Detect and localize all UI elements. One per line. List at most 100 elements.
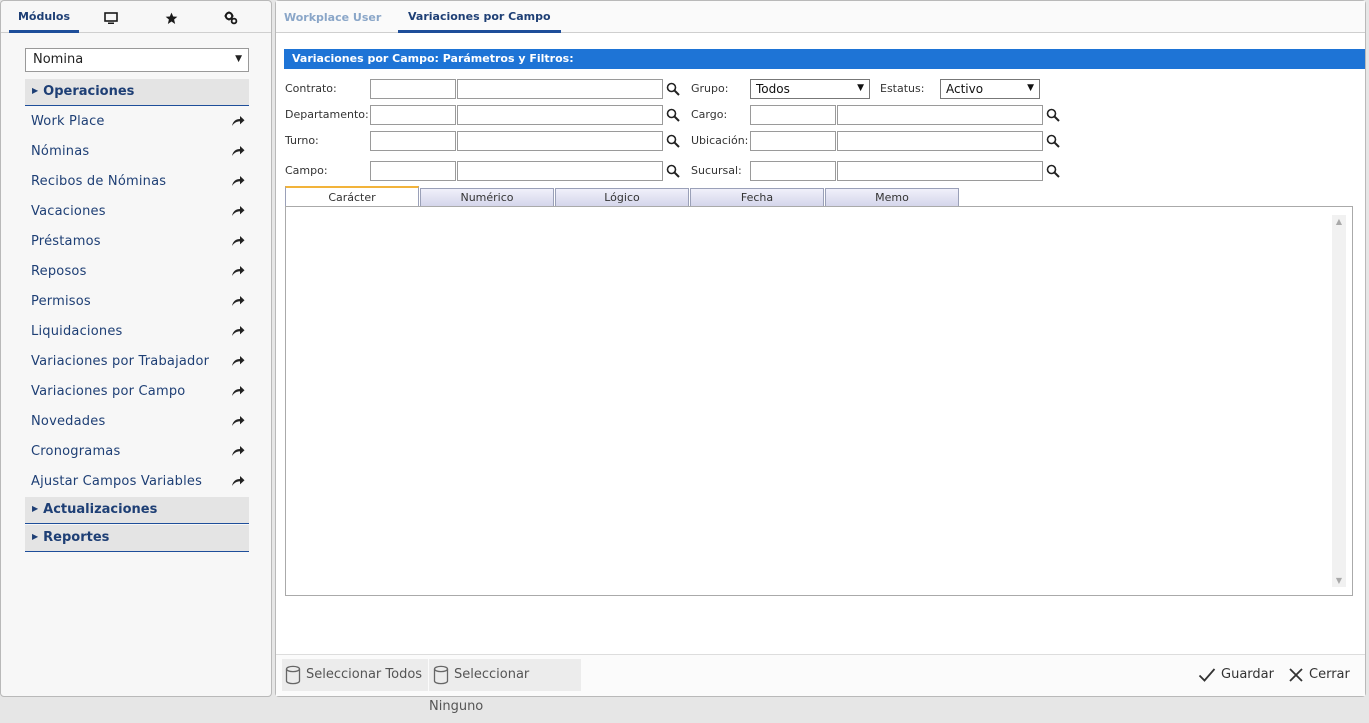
select-none-button[interactable]: Seleccionar Ninguno [429,659,581,714]
ubicacion-code-input[interactable] [750,131,836,151]
section-reportes[interactable]: ▶ Reportes [25,525,249,552]
search-icon[interactable] [1046,108,1060,122]
nav-item-label: Variaciones por Campo [31,384,186,399]
campo-code-input[interactable] [370,161,456,181]
dropdown-arrow-icon: ▼ [857,83,864,93]
sucursal-desc-input[interactable] [837,161,1043,181]
tab-settings[interactable] [213,1,249,33]
section-operaciones-label: Operaciones [43,84,135,99]
scroll-up-icon[interactable]: ▲ [1332,217,1346,226]
nav-item-prestamos[interactable]: Préstamos [31,234,245,256]
nav-item-label: Novedades [31,414,106,429]
nav-item-label: Liquidaciones [31,324,123,339]
nav-item-variaciones-por-campo[interactable]: Variaciones por Campo [31,384,245,406]
tab-variaciones-por-campo[interactable]: Variaciones por Campo [398,1,561,33]
turno-code-input[interactable] [370,131,456,151]
section-actualizaciones[interactable]: ▶ Actualizaciones [25,497,249,524]
select-all-button[interactable]: Seleccionar Todos [282,659,428,691]
nav-item-label: Cronogramas [31,444,121,459]
nav-item-label: Vacaciones [31,204,106,219]
caret-right-icon: ▶ [32,504,39,513]
campo-desc-input[interactable] [457,161,663,181]
gears-icon [224,11,238,25]
nav-item-label: Ajustar Campos Variables [31,474,203,489]
cargo-desc-input[interactable] [837,105,1043,125]
nav-item-reposos[interactable]: Reposos [31,264,245,286]
grupo-select[interactable]: Todos ▼ [750,79,870,99]
save-label: Guardar [1221,667,1274,682]
search-icon[interactable] [666,134,680,148]
nav-item-nominas[interactable]: Nóminas [31,144,245,166]
contrato-code-input[interactable] [370,79,456,99]
search-icon[interactable] [666,164,680,178]
cargo-code-input[interactable] [750,105,836,125]
forward-arrow-icon [232,446,245,456]
estatus-select[interactable]: Activo ▼ [940,79,1040,99]
main-panel: Workplace User Variaciones por Campo Var… [275,0,1366,714]
forward-arrow-icon [232,476,245,486]
nav-item-variaciones-por-trabajador[interactable]: Variaciones por Trabajador [31,354,245,376]
nav-item-novedades[interactable]: Novedades [31,414,245,436]
label-sucursal: Sucursal: [691,164,742,177]
nav-item-vacaciones[interactable]: Vacaciones [31,204,245,226]
forward-arrow-icon [232,296,245,306]
nav-item-label: Préstamos [31,234,101,249]
nav-item-label: Recibos de Nóminas [31,174,167,189]
nav-item-recibos-de-nominas[interactable]: Recibos de Nóminas [31,174,245,196]
ubicacion-desc-input[interactable] [837,131,1043,151]
vertical-scrollbar[interactable]: ▲ ▼ [1332,215,1346,587]
nav-item-liquidaciones[interactable]: Liquidaciones [31,324,245,346]
monitor-icon [104,11,118,24]
tab-monitor[interactable] [93,1,129,33]
grupo-select-value: Todos [756,82,790,96]
label-grupo: Grupo: [691,82,729,95]
forward-arrow-icon [232,416,245,426]
forward-arrow-icon [232,236,245,246]
contrato-desc-input[interactable] [457,79,663,99]
footer-toolbar: Seleccionar Todos Seleccionar Ninguno Gu… [276,654,1365,714]
save-button[interactable]: Guardar [1198,659,1274,691]
nav-item-work-place[interactable]: Work Place [31,114,245,136]
forward-arrow-icon [232,356,245,366]
star-icon [165,12,177,24]
checkmark-icon [1198,667,1216,682]
search-icon[interactable] [666,108,680,122]
left-panel-tabs: Módulos [1,1,271,33]
section-reportes-label: Reportes [43,530,110,545]
main-tabs: Workplace User Variaciones por Campo [276,1,1365,33]
nav-item-permisos[interactable]: Permisos [31,294,245,316]
sucursal-code-input[interactable] [750,161,836,181]
caret-right-icon: ▶ [32,532,39,541]
subtab-numerico[interactable]: Numérico [420,188,554,207]
nav-item-label: Nóminas [31,144,90,159]
tab-favorites[interactable] [153,1,189,33]
nav-item-ajustar-campos-variables[interactable]: Ajustar Campos Variables [31,474,245,496]
nav-item-label: Work Place [31,114,105,129]
tab-workplace-user[interactable]: Workplace User [284,1,381,33]
subtab-memo[interactable]: Memo [825,188,959,207]
forward-arrow-icon [232,326,245,336]
estatus-select-value: Activo [946,82,984,96]
departamento-code-input[interactable] [370,105,456,125]
search-icon[interactable] [666,82,680,96]
close-icon [1289,667,1303,682]
module-select[interactable]: Nomina ▼ [25,48,249,72]
departamento-desc-input[interactable] [457,105,663,125]
nav-item-cronogramas[interactable]: Cronogramas [31,444,245,466]
tab-modules[interactable]: Módulos [9,1,79,33]
database-icon [285,665,301,684]
label-turno: Turno: [285,134,319,147]
label-departamento: Departamento: [285,108,369,121]
search-icon[interactable] [1046,134,1060,148]
search-icon[interactable] [1046,164,1060,178]
subtab-fecha[interactable]: Fecha [690,188,824,207]
label-estatus: Estatus: [880,82,925,95]
scroll-down-icon[interactable]: ▼ [1332,576,1346,585]
subtab-logico[interactable]: Lógico [555,188,689,207]
close-button[interactable]: Cerrar [1288,659,1350,691]
module-select-value: Nomina [33,52,84,67]
turno-desc-input[interactable] [457,131,663,151]
filter-bar-title: Variaciones por Campo: Parámetros y Filt… [284,49,1365,69]
section-operaciones[interactable]: ▶ Operaciones [25,79,249,106]
subtab-caracter[interactable]: Carácter [285,186,419,206]
